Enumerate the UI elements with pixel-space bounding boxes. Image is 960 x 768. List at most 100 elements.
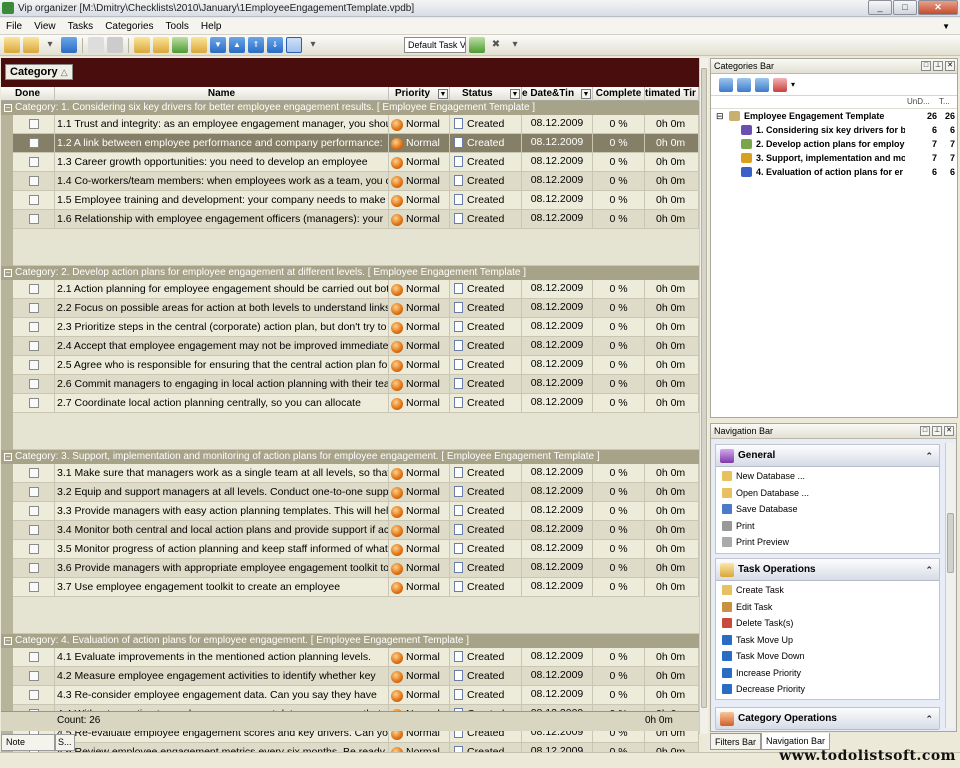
task-status[interactable]: Created [450, 210, 522, 229]
task-due-date[interactable]: 08.12.2009 [522, 502, 593, 521]
nav-item-new-database[interactable]: New Database ... [716, 468, 939, 485]
done-checkbox[interactable] [28, 544, 39, 554]
task-priority[interactable]: Normal [389, 318, 450, 337]
task-status[interactable]: Created [450, 667, 522, 686]
task-complete[interactable]: 0 % [593, 394, 645, 413]
task-status[interactable]: Created [450, 280, 522, 299]
done-checkbox[interactable] [28, 176, 39, 186]
nav-item-task-move-up[interactable]: Task Move Up [716, 632, 939, 649]
task-priority[interactable]: Normal [389, 559, 450, 578]
done-checkbox[interactable] [28, 690, 39, 700]
done-checkbox[interactable] [28, 506, 39, 516]
tab-filters-bar[interactable]: Filters Bar [710, 733, 762, 750]
task-due-date[interactable]: 08.12.2009 [522, 667, 593, 686]
task-priority[interactable]: Normal [389, 115, 450, 134]
edit-category-icon[interactable] [755, 77, 769, 92]
move-up-icon[interactable]: ▲ [229, 37, 245, 53]
task-complete[interactable]: 0 % [593, 464, 645, 483]
table-row[interactable]: 2.5 Agree who is responsible for ensurin… [1, 356, 699, 375]
nav-section-task-ops-header[interactable]: Task Operations ⌃ [716, 559, 939, 581]
task-status[interactable]: Created [450, 115, 522, 134]
task-due-date[interactable]: 08.12.2009 [522, 210, 593, 229]
tab-note[interactable]: Note [1, 734, 55, 751]
task-estimated-time[interactable]: 0h 0m [645, 153, 699, 172]
task-due-date[interactable]: 08.12.2009 [522, 318, 593, 337]
done-checkbox[interactable] [28, 138, 39, 148]
task-status[interactable]: Created [450, 153, 522, 172]
nav-item-print[interactable]: Print [716, 518, 939, 535]
task-complete[interactable]: 0 % [593, 318, 645, 337]
task-status[interactable]: Created [450, 578, 522, 597]
task-estimated-time[interactable]: 0h 0m [645, 318, 699, 337]
task-complete[interactable]: 0 % [593, 540, 645, 559]
nav-item-save-database[interactable]: Save Database [716, 501, 939, 518]
task-complete[interactable]: 0 % [593, 337, 645, 356]
task-status[interactable]: Created [450, 134, 522, 153]
done-checkbox[interactable] [28, 214, 39, 224]
task-name[interactable]: 3.4 Monitor both central and local actio… [55, 521, 389, 540]
table-row[interactable]: 2.2 Focus on possible areas for action a… [1, 299, 699, 318]
task-due-date[interactable]: 08.12.2009 [522, 375, 593, 394]
menu-file[interactable]: File [0, 21, 28, 32]
group-by-category-chip[interactable]: Category △ [5, 64, 73, 80]
apply-view-icon[interactable] [469, 37, 485, 53]
task-name[interactable]: 3.3 Provide managers with easy action pl… [55, 502, 389, 521]
decrease-priority-icon[interactable]: ⇓ [267, 37, 283, 53]
done-checkbox[interactable] [28, 652, 39, 662]
task-complete[interactable]: 0 % [593, 134, 645, 153]
nav-section-general-header[interactable]: General ⌃ [716, 445, 939, 467]
task-priority[interactable]: Normal [389, 483, 450, 502]
task-priority[interactable]: Normal [389, 521, 450, 540]
task-name[interactable]: 2.4 Accept that employee engagement may … [55, 337, 389, 356]
col-estimated-header[interactable]: timated Tir [645, 87, 699, 101]
nav-item-task-move-down[interactable]: Task Move Down [716, 648, 939, 665]
task-priority[interactable]: Normal [389, 299, 450, 318]
task-priority[interactable]: Normal [389, 667, 450, 686]
task-priority[interactable]: Normal [389, 648, 450, 667]
task-priority[interactable]: Normal [389, 210, 450, 229]
table-row[interactable]: 3.5 Monitor progress of action planning … [1, 540, 699, 559]
category-group-row[interactable]: − Category: 1. Considering six key driver… [1, 101, 699, 115]
task-estimated-time[interactable]: 0h 0m [645, 648, 699, 667]
nav-scrollbar[interactable] [945, 443, 955, 728]
col-undone-header[interactable]: UnD... [907, 97, 930, 106]
task-status[interactable]: Created [450, 464, 522, 483]
move-down-icon[interactable]: ▼ [210, 37, 226, 53]
increase-priority-icon[interactable]: ⇑ [248, 37, 264, 53]
task-status[interactable]: Created [450, 191, 522, 210]
nav-item-open-database[interactable]: Open Database ... [716, 485, 939, 502]
category-group-row[interactable]: − Category: 2. Develop action plans for e… [1, 266, 699, 280]
table-row[interactable]: 3.4 Monitor both central and local actio… [1, 521, 699, 540]
print-preview-icon[interactable] [107, 37, 123, 53]
task-name[interactable]: 1.4 Co-workers/team members: when employ… [55, 172, 389, 191]
task-due-date[interactable]: 08.12.2009 [522, 280, 593, 299]
task-status[interactable]: Created [450, 521, 522, 540]
menu-categories[interactable]: Categories [99, 21, 159, 32]
task-due-date[interactable]: 08.12.2009 [522, 172, 593, 191]
task-complete[interactable]: 0 % [593, 648, 645, 667]
tree-category-item[interactable]: 3. Support, implementation and mo 7 7 [711, 151, 957, 165]
task-priority[interactable]: Normal [389, 375, 450, 394]
task-name[interactable]: 3.7 Use employee engagement toolkit to c… [55, 578, 389, 597]
task-estimated-time[interactable]: 0h 0m [645, 559, 699, 578]
done-checkbox[interactable] [28, 468, 39, 478]
task-name[interactable]: 1.1 Trust and integrity: as an employee … [55, 115, 389, 134]
tree-category-item[interactable]: 2. Develop action plans for employ 7 7 [711, 137, 957, 151]
task-estimated-time[interactable]: 0h 0m [645, 356, 699, 375]
done-checkbox[interactable] [28, 563, 39, 573]
table-row[interactable]: 1.4 Co-workers/team members: when employ… [1, 172, 699, 191]
task-complete[interactable]: 0 % [593, 210, 645, 229]
table-row[interactable]: 3.7 Use employee engagement toolkit to c… [1, 578, 699, 597]
tab-s[interactable]: S... [55, 734, 75, 751]
task-due-date[interactable]: 08.12.2009 [522, 394, 593, 413]
task-complete[interactable]: 0 % [593, 153, 645, 172]
task-complete[interactable]: 0 % [593, 280, 645, 299]
table-row[interactable]: 2.7 Coordinate local action planning cen… [1, 394, 699, 413]
task-estimated-time[interactable]: 0h 0m [645, 172, 699, 191]
task-complete[interactable]: 0 % [593, 502, 645, 521]
task-name[interactable]: 2.5 Agree who is responsible for ensurin… [55, 356, 389, 375]
dropdown-arrow-icon[interactable]: ▾ [42, 37, 58, 53]
task-estimated-time[interactable]: 0h 0m [645, 502, 699, 521]
view-selector[interactable]: Default Task V [404, 37, 466, 53]
task-status[interactable]: Created [450, 337, 522, 356]
